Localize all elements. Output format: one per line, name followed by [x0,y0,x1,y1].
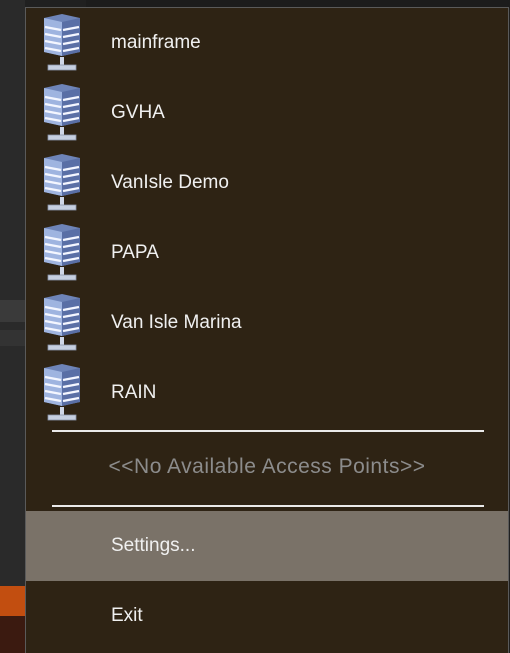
server-icon [44,154,80,211]
menu-item-gvha[interactable]: GVHA [26,78,508,148]
menu-item-rain[interactable]: RAIN [26,358,508,428]
background-panel [0,330,25,346]
menu-item-label: RAIN [111,382,157,403]
menu-item-mainframe[interactable]: mainframe [26,8,508,78]
exit-label: Exit [111,605,143,626]
server-icon [44,14,80,71]
server-icon [44,84,80,141]
menu-item-label: mainframe [111,32,201,53]
settings-label: Settings... [111,535,196,556]
menu-item-label: Van Isle Marina [111,312,242,333]
menu-item-label: PAPA [111,242,159,263]
background-taskbar [0,616,25,653]
menu-item-vanisle-demo[interactable]: VanIsle Demo [26,148,508,218]
no-access-points-label: <<No Available Access Points>> [108,455,426,478]
background-window [0,0,25,653]
server-icon [44,294,80,351]
menu-item-van-isle-marina[interactable]: Van Isle Marina [26,288,508,358]
background-taskbar-accent [0,586,25,616]
server-icon [44,364,80,421]
exit-menu-item[interactable]: Exit [26,581,508,651]
background-panel [0,300,25,322]
menu-item-papa[interactable]: PAPA [26,218,508,288]
settings-menu-item[interactable]: Settings... [26,511,508,581]
menu-separator [52,505,484,507]
menu-separator [52,430,484,432]
server-icon [44,224,80,281]
menu-item-label: VanIsle Demo [111,172,229,193]
network-context-menu: mainframe GVHA VanIsle Demo PAPA Van Isl… [25,7,509,653]
menu-item-label: GVHA [111,102,165,123]
